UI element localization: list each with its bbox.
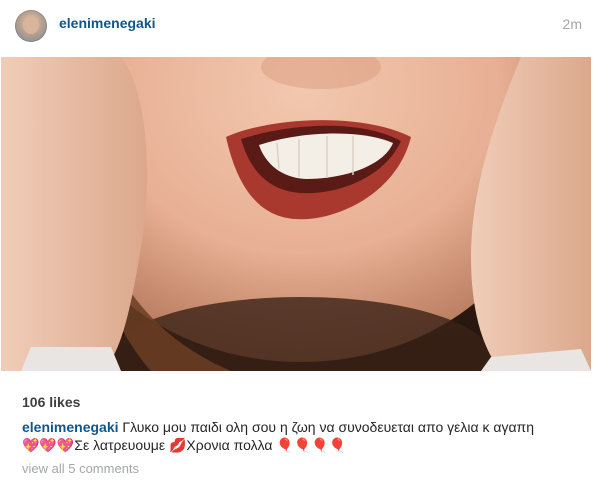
caption-text-line1: Γλυκο μου παιδι ολη σου η ζωη να συνοδευ…	[122, 419, 534, 435]
post-header: elenimenegaki 2m	[0, 0, 601, 56]
profile-avatar[interactable]	[15, 10, 47, 42]
post-caption: elenimenegaki Γλυκο μου παιδι ολη σου η …	[22, 418, 582, 454]
caption-text-line2: 💖💖💖Σε λατρευουμε 💋Χρονια πολλα 🎈🎈🎈🎈	[22, 437, 347, 453]
likes-count[interactable]: 106 likes	[22, 394, 80, 410]
instagram-post: elenimenegaki 2m 106 likes elenimenegaki…	[0, 0, 601, 484]
post-username[interactable]: elenimenegaki	[59, 15, 156, 31]
post-meta: 106 likes elenimenegaki Γλυκο μου παιδι …	[0, 371, 601, 484]
photo-illustration	[1, 57, 591, 371]
post-photo[interactable]	[1, 57, 591, 371]
caption-username[interactable]: elenimenegaki	[22, 419, 119, 435]
post-timestamp[interactable]: 2m	[563, 16, 582, 32]
view-all-comments-link[interactable]: view all 5 comments	[22, 461, 139, 476]
